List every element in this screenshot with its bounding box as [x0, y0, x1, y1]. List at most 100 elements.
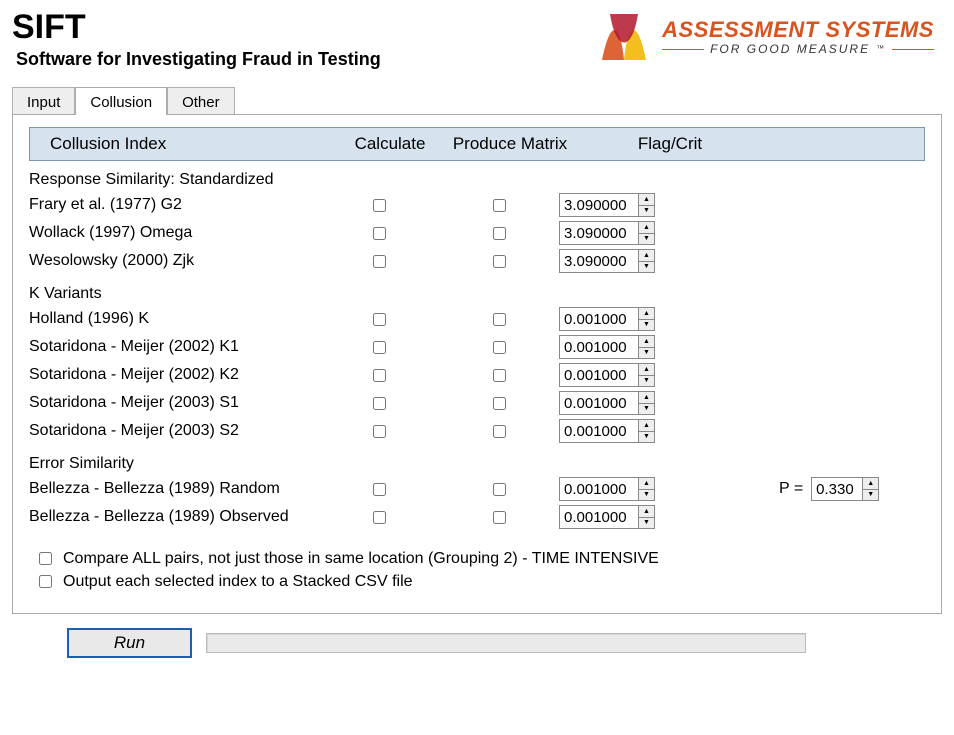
row-s1: Sotaridona - Meijer (2003) S1 ▲▼: [29, 389, 925, 417]
up-icon[interactable]: ▲: [639, 478, 654, 490]
matrix-frary[interactable]: [493, 199, 506, 212]
calc-frary[interactable]: [373, 199, 386, 212]
up-icon[interactable]: ▲: [639, 336, 654, 348]
label-s1: Sotaridona - Meijer (2003) S1: [29, 394, 319, 412]
matrix-wollack[interactable]: [493, 227, 506, 240]
tab-other[interactable]: Other: [167, 87, 235, 115]
flag-k1[interactable]: [560, 336, 638, 358]
p-block: P = ▲▼: [759, 477, 925, 501]
opt-compare-all[interactable]: [39, 552, 52, 565]
spinner-k2[interactable]: ▲▼: [559, 363, 655, 387]
app-subtitle: Software for Investigating Fraud in Test…: [16, 49, 381, 70]
calc-wesolowsky[interactable]: [373, 255, 386, 268]
matrix-s1[interactable]: [493, 397, 506, 410]
row-holland: Holland (1996) K ▲▼: [29, 305, 925, 333]
spinner-wollack[interactable]: ▲▼: [559, 221, 655, 245]
down-icon[interactable]: ▼: [639, 490, 654, 501]
progress-bar: [206, 633, 806, 653]
down-icon[interactable]: ▼: [639, 376, 654, 387]
run-button[interactable]: Run: [67, 628, 192, 658]
label-wesolowsky: Wesolowsky (2000) Zjk: [29, 252, 319, 270]
label-wollack: Wollack (1997) Omega: [29, 224, 319, 242]
opt-output-csv[interactable]: [39, 575, 52, 588]
flag-bobserved[interactable]: [560, 506, 638, 528]
p-value[interactable]: [812, 478, 862, 500]
calc-s1[interactable]: [373, 397, 386, 410]
spinner-k1[interactable]: ▲▼: [559, 335, 655, 359]
flag-s1[interactable]: [560, 392, 638, 414]
up-icon[interactable]: ▲: [639, 392, 654, 404]
flag-wollack[interactable]: [560, 222, 638, 244]
row-s2: Sotaridona - Meijer (2003) S2 ▲▼: [29, 417, 925, 445]
row-k1: Sotaridona - Meijer (2002) K1 ▲▼: [29, 333, 925, 361]
up-icon[interactable]: ▲: [639, 194, 654, 206]
spinner-p[interactable]: ▲▼: [811, 477, 879, 501]
flag-s2[interactable]: [560, 420, 638, 442]
matrix-holland[interactable]: [493, 313, 506, 326]
collusion-panel: Collusion Index Calculate Produce Matrix…: [12, 114, 942, 614]
down-icon[interactable]: ▼: [639, 234, 654, 245]
calc-k2[interactable]: [373, 369, 386, 382]
header-calculate: Calculate: [330, 134, 450, 154]
matrix-bobserved[interactable]: [493, 511, 506, 524]
down-icon[interactable]: ▼: [639, 518, 654, 529]
down-icon[interactable]: ▼: [639, 262, 654, 273]
p-label: P =: [779, 480, 803, 498]
up-icon[interactable]: ▲: [863, 478, 878, 490]
calc-bobserved[interactable]: [373, 511, 386, 524]
matrix-brandom[interactable]: [493, 483, 506, 496]
row-wesolowsky: Wesolowsky (2000) Zjk ▲▼: [29, 247, 925, 275]
section-kvar: K Variants: [29, 285, 925, 303]
label-k1: Sotaridona - Meijer (2002) K1: [29, 338, 319, 356]
up-icon[interactable]: ▲: [639, 250, 654, 262]
down-icon[interactable]: ▼: [639, 432, 654, 443]
spinner-s2[interactable]: ▲▼: [559, 419, 655, 443]
up-icon[interactable]: ▲: [639, 308, 654, 320]
tab-collusion[interactable]: Collusion: [75, 87, 167, 115]
matrix-k2[interactable]: [493, 369, 506, 382]
up-icon[interactable]: ▲: [639, 420, 654, 432]
brand-tagline: FOR GOOD MEASURE™: [662, 43, 934, 56]
brand-icon: [596, 12, 652, 62]
row-bobserved: Bellezza - Bellezza (1989) Observed ▲▼: [29, 503, 925, 531]
flag-holland[interactable]: [560, 308, 638, 330]
label-holland: Holland (1996) K: [29, 310, 319, 328]
down-icon[interactable]: ▼: [639, 320, 654, 331]
spinner-s1[interactable]: ▲▼: [559, 391, 655, 415]
row-k2: Sotaridona - Meijer (2002) K2 ▲▼: [29, 361, 925, 389]
flag-brandom[interactable]: [560, 478, 638, 500]
flag-wesolowsky[interactable]: [560, 250, 638, 272]
matrix-s2[interactable]: [493, 425, 506, 438]
calc-wollack[interactable]: [373, 227, 386, 240]
up-icon[interactable]: ▲: [639, 506, 654, 518]
spinner-frary[interactable]: ▲▼: [559, 193, 655, 217]
spinner-bobserved[interactable]: ▲▼: [559, 505, 655, 529]
matrix-k1[interactable]: [493, 341, 506, 354]
calc-s2[interactable]: [373, 425, 386, 438]
up-icon[interactable]: ▲: [639, 222, 654, 234]
label-brandom: Bellezza - Bellezza (1989) Random: [29, 480, 319, 498]
calc-holland[interactable]: [373, 313, 386, 326]
spinner-brandom[interactable]: ▲▼: [559, 477, 655, 501]
down-icon[interactable]: ▼: [639, 348, 654, 359]
label-s2: Sotaridona - Meijer (2003) S2: [29, 422, 319, 440]
label-bobserved: Bellezza - Bellezza (1989) Observed: [29, 508, 319, 526]
spinner-wesolowsky[interactable]: ▲▼: [559, 249, 655, 273]
matrix-wesolowsky[interactable]: [493, 255, 506, 268]
row-wollack: Wollack (1997) Omega ▲▼: [29, 219, 925, 247]
spinner-holland[interactable]: ▲▼: [559, 307, 655, 331]
brand-logo: ASSESSMENT SYSTEMS FOR GOOD MEASURE™: [596, 12, 934, 62]
down-icon[interactable]: ▼: [863, 490, 878, 501]
label-frary: Frary et al. (1977) G2: [29, 196, 319, 214]
down-icon[interactable]: ▼: [639, 404, 654, 415]
calc-brandom[interactable]: [373, 483, 386, 496]
flag-frary[interactable]: [560, 194, 638, 216]
calc-k1[interactable]: [373, 341, 386, 354]
down-icon[interactable]: ▼: [639, 206, 654, 217]
row-frary: Frary et al. (1977) G2 ▲▼: [29, 191, 925, 219]
brand-name: ASSESSMENT SYSTEMS: [662, 18, 934, 42]
up-icon[interactable]: ▲: [639, 364, 654, 376]
section-rss: Response Similarity: Standardized: [29, 171, 925, 189]
tab-input[interactable]: Input: [12, 87, 75, 115]
flag-k2[interactable]: [560, 364, 638, 386]
